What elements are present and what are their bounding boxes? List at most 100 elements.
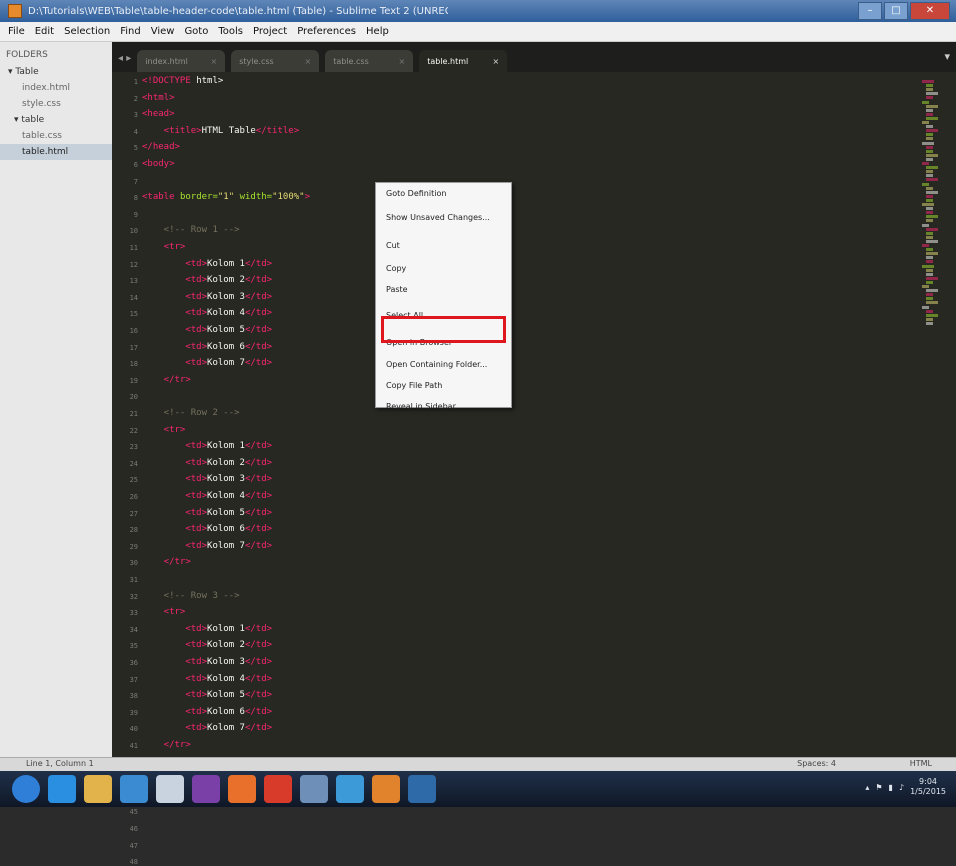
close-window-button[interactable]: ✕ [910,2,950,20]
menu-find[interactable]: Find [120,26,141,37]
line-number: 33 [129,609,138,618]
app-purple-icon[interactable] [192,775,220,803]
tab-scroll-icon[interactable]: ◂ ▸ [118,53,131,72]
app-blue-icon[interactable] [300,775,328,803]
tab-table-html[interactable]: table.html × [419,50,508,72]
code-line: <td>Kolom 5</td> [142,508,272,518]
close-pane-icon[interactable]: ▾ [944,50,950,63]
menu-tools[interactable]: Tools [218,26,243,37]
menu-goto[interactable]: Goto [184,26,208,37]
menu-edit[interactable]: Edit [35,26,54,37]
clock[interactable]: 9:04 1/5/2015 [910,777,946,797]
line-number: 46 [129,825,138,833]
sidebar-item[interactable]: table.html [0,144,112,160]
context-menu-item-copy-file-path[interactable]: Copy File Path [386,381,442,390]
menu-preferences[interactable]: Preferences [297,26,356,37]
status-syntax[interactable]: HTML [910,759,932,768]
line-number: 2 [133,94,138,103]
code-token: <td> [142,325,208,335]
tab-label: style.css [239,56,274,66]
flag-icon[interactable]: ⚑ [875,783,882,792]
tab-table-css[interactable]: table.css × [325,50,414,72]
context-menu-item-open-containing-folder[interactable]: Open Containing Folder... [386,360,487,369]
start-orb-icon[interactable] [12,775,40,803]
sidebar-item[interactable]: ▾ table [0,112,112,128]
code-token: </td> [244,690,273,701]
minimap-line [926,260,933,264]
code-token: </td> [244,341,273,352]
code-line: </tr> [142,557,191,567]
line-number: 7 [133,177,138,186]
menu-help[interactable]: Help [366,26,389,37]
sidebar-item[interactable]: style.css [0,96,112,112]
code-token: </td> [244,524,273,535]
network-icon[interactable]: ▮ [889,783,893,792]
media-player-icon[interactable] [120,775,148,803]
minimap-line [926,166,938,170]
code-token: border= [179,192,218,203]
file-explorer-icon[interactable] [84,775,112,803]
tab-index-html[interactable]: index.html × [137,50,226,72]
code-line: <td>Kolom 1</td> [142,441,272,451]
code-token: <td> [142,291,208,302]
line-number: 30 [129,559,138,568]
photoshop-icon[interactable] [408,775,436,803]
context-menu-item-copy[interactable]: Copy [386,264,406,273]
context-menu-item-goto-definition[interactable]: Goto Definition [386,189,446,198]
firefox-icon[interactable] [228,775,256,803]
code-token: Kolom 4 [207,308,245,319]
internet-explorer-icon[interactable] [48,775,76,803]
code-token: </td> [244,706,273,717]
sidebar-item[interactable]: index.html [0,80,112,96]
code-token: Kolom 6 [207,706,245,717]
code-line: <td>Kolom 4</td> [142,308,272,318]
minimap-line [926,301,938,305]
menu-selection[interactable]: Selection [64,26,110,37]
status-indent[interactable]: Spaces: 4 [797,759,836,768]
document-icon[interactable] [156,775,184,803]
status-position: Line 1, Column 1 [26,759,94,768]
tray-arrow-icon[interactable]: ▴ [865,783,869,792]
tab-close-icon[interactable]: × [305,57,312,66]
context-menu-item-reveal-in-sidebar[interactable]: Reveal in Sidebar [386,402,456,411]
code-token: Kolom 6 [207,524,245,535]
minimap-line [926,297,933,301]
tab-style-css[interactable]: style.css × [231,50,320,72]
sidebar-item[interactable]: table.css [0,128,112,144]
code-view[interactable]: <!DOCTYPE html> <html> <head> <title>HTML … [142,72,842,757]
menu-file[interactable]: File [8,26,25,37]
line-number: 12 [129,260,138,269]
code-token: <!-- Row 3 --> [142,590,240,601]
maximize-button[interactable]: □ [884,2,908,20]
minimap-line [926,149,933,153]
minimize-button[interactable]: – [858,2,882,20]
sidebar-item[interactable]: ▾ Table [0,64,112,80]
minimap-line [922,182,929,186]
sidebar-item-label: style.css [22,99,61,109]
context-menu-item-cut[interactable]: Cut [386,241,400,250]
code-line: <table border="1" width="100%"> [142,192,310,202]
tab-close-icon[interactable]: × [399,57,406,66]
minimap-line [926,125,933,129]
tab-close-icon[interactable]: × [493,57,500,66]
menu-view[interactable]: View [151,26,175,37]
sublime-text-icon[interactable] [372,775,400,803]
line-number: 48 [129,858,138,866]
volume-icon[interactable]: ♪ [899,783,904,792]
context-menu-item-paste[interactable]: Paste [386,285,408,294]
tab-close-icon[interactable]: × [211,57,218,66]
context-menu-item-show-unsaved-changes[interactable]: Show Unsaved Changes... [386,213,490,222]
line-number: 22 [129,426,138,435]
code-token: <body> [142,159,175,169]
menu-project[interactable]: Project [253,26,287,37]
minimap-line [926,145,933,149]
code-line: <td>Kolom 4</td> [142,491,272,501]
minimap[interactable] [864,80,942,330]
minimap-line [926,207,933,211]
minimap-line [926,248,933,252]
minimap-line [926,231,933,235]
chrome-icon[interactable] [264,775,292,803]
photo-icon[interactable] [336,775,364,803]
line-number: 38 [129,692,138,701]
code-token: <td> [142,657,208,667]
